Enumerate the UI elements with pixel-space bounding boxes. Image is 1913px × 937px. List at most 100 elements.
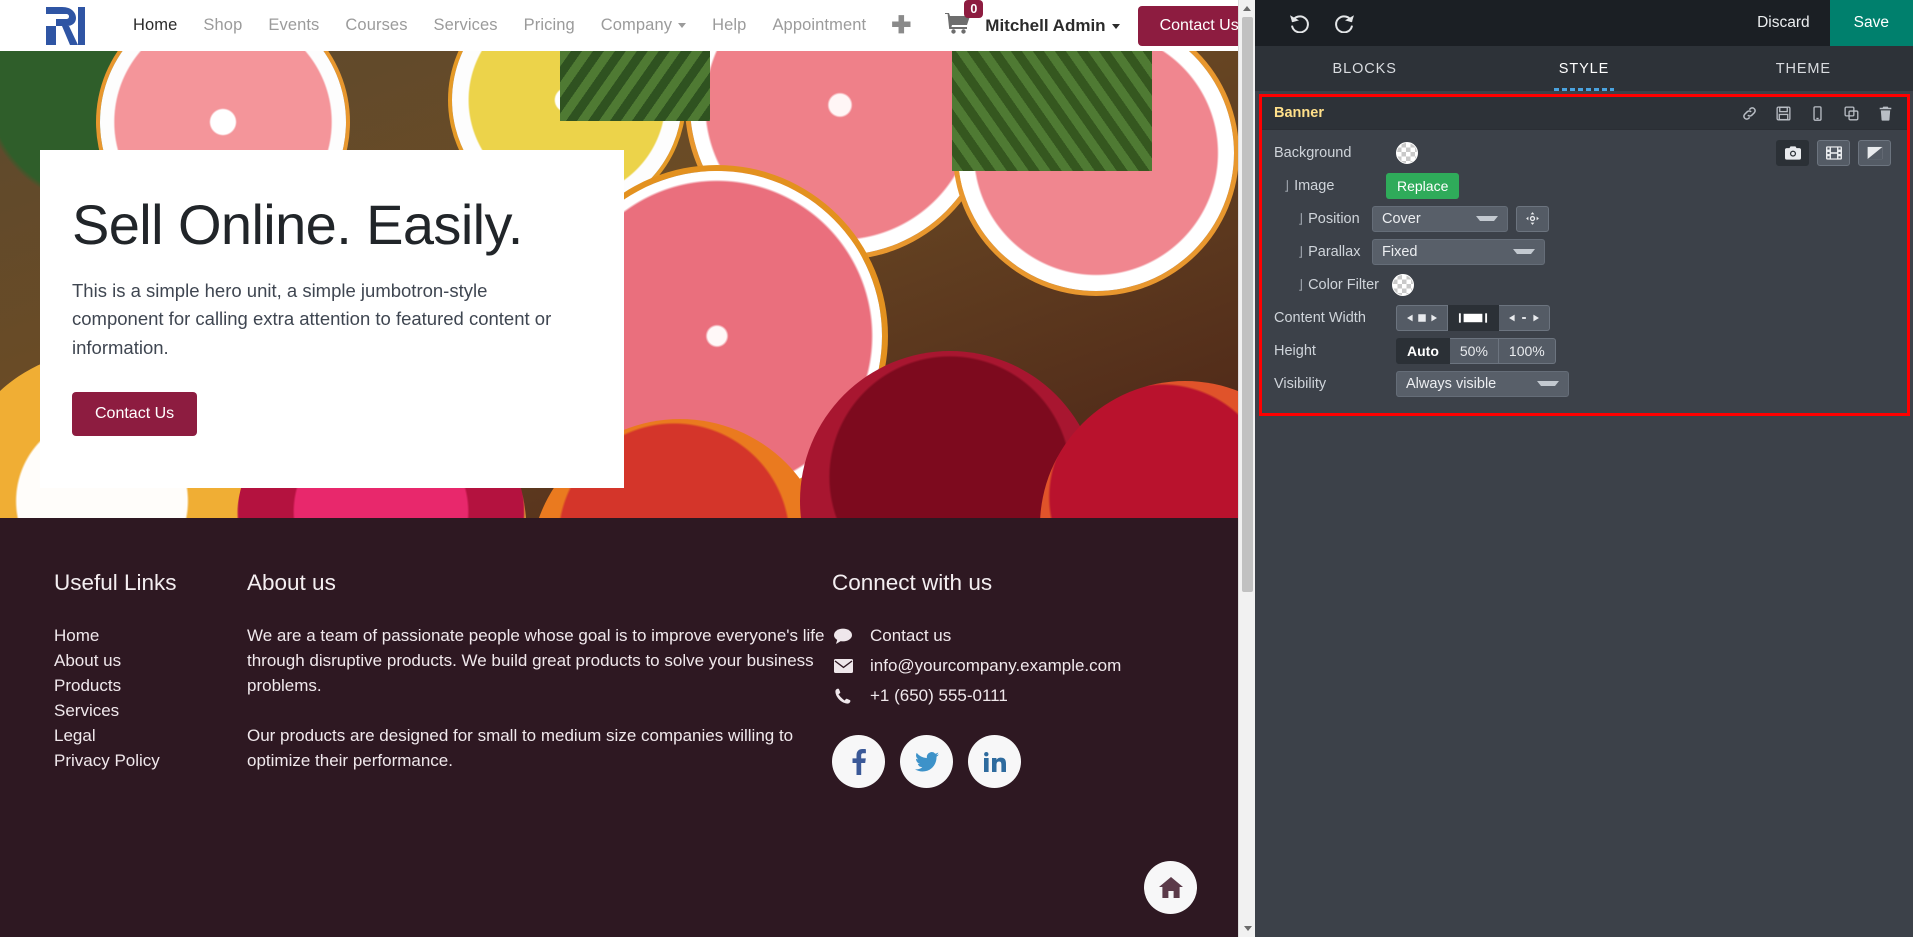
website-editor-panel: Discard Save BLOCKS STYLE THEME Banner B… — [1255, 0, 1913, 937]
footer-useful-links-column: Useful Links Home About us Products Serv… — [54, 570, 247, 788]
color-filter-swatch[interactable] — [1392, 273, 1414, 296]
hero-banner[interactable]: Sell Online. Easily. This is a simple he… — [0, 51, 1255, 518]
nav-link-appointment[interactable]: Appointment — [759, 10, 879, 41]
position-label: ⌋ Position — [1298, 210, 1360, 227]
footer-link-home[interactable]: Home — [54, 623, 247, 648]
footer-about-paragraph-1: We are a team of passionate people whose… — [247, 626, 825, 695]
footer-contact-us-row[interactable]: Contact us — [832, 623, 1201, 648]
footer-connect-column: Connect with us Contact us info@yourcomp… — [832, 570, 1201, 788]
shopping-cart-icon[interactable]: 0 — [923, 0, 985, 39]
row-parallax: ⌋ Parallax Fixed — [1262, 236, 1907, 267]
width-full-button[interactable] — [1499, 304, 1550, 331]
background-label: Background — [1274, 144, 1352, 161]
hero-subtitle: This is a simple hero unit, a simple jum… — [72, 279, 552, 358]
footer-link-about-us[interactable]: About us — [54, 648, 247, 673]
height-100-button[interactable]: 100% — [1498, 337, 1556, 364]
user-menu[interactable]: Mitchell Admin — [985, 16, 1120, 36]
hero-contact-us-button[interactable]: Contact Us — [72, 392, 198, 437]
footer-link-privacy-policy[interactable]: Privacy Policy — [54, 748, 247, 773]
content-width-label: Content Width — [1274, 309, 1366, 326]
chevron-down-icon — [1513, 249, 1535, 254]
editor-options-body: Banner Background ⌋ Image Replace ⌋ Posi… — [1255, 91, 1913, 937]
navbar-right: Mitchell Admin Contact Us — [985, 5, 1255, 46]
footer-connect-heading: Connect with us — [832, 570, 993, 595]
position-select[interactable]: Cover — [1372, 205, 1508, 232]
nav-link-services[interactable]: Services — [421, 10, 511, 41]
preview-scrollbar[interactable] — [1238, 0, 1255, 937]
twitter-icon[interactable] — [900, 735, 953, 788]
background-video-button[interactable] — [1817, 139, 1850, 166]
banner-options-panel: Banner Background ⌋ Image Replace ⌋ Posi… — [1259, 94, 1910, 416]
scrollbar-thumb[interactable] — [1242, 17, 1253, 592]
content-width-segmented — [1396, 304, 1550, 331]
footer-useful-links-heading: Useful Links — [54, 570, 177, 595]
anchor-link-icon[interactable] — [1742, 106, 1757, 121]
subsetting-marker-icon: ⌋ — [1298, 210, 1304, 226]
parallax-value: Fixed — [1382, 243, 1418, 260]
nav-link-company[interactable]: Company — [588, 10, 699, 41]
editor-tabs: BLOCKS STYLE THEME — [1255, 46, 1913, 91]
row-content-width: Content Width — [1262, 302, 1907, 333]
nav-link-events[interactable]: Events — [255, 10, 332, 41]
tab-style[interactable]: STYLE — [1474, 46, 1693, 91]
height-auto-button[interactable]: Auto — [1396, 337, 1450, 364]
plus-icon[interactable]: ✚ — [879, 13, 923, 38]
row-background: Background — [1262, 137, 1907, 168]
footer-link-products[interactable]: Products — [54, 673, 247, 698]
phone-icon — [832, 688, 854, 704]
tab-theme[interactable]: THEME — [1694, 46, 1913, 91]
footer-link-legal[interactable]: Legal — [54, 723, 247, 748]
delete-icon[interactable] — [1878, 106, 1893, 121]
hero-content-card: Sell Online. Easily. This is a simple he… — [40, 150, 624, 489]
footer-phone-label: +1 (650) 555-0111 — [870, 686, 1008, 705]
background-image-button[interactable] — [1776, 139, 1809, 166]
height-50-button[interactable]: 50% — [1449, 337, 1499, 364]
save-snippet-icon[interactable] — [1776, 105, 1791, 121]
home-icon[interactable] — [1144, 861, 1197, 914]
nav-link-home[interactable]: Home — [120, 10, 190, 41]
chevron-down-icon — [1476, 216, 1498, 221]
parallax-label: ⌋ Parallax — [1298, 243, 1361, 260]
visibility-select[interactable]: Always visible — [1396, 370, 1569, 397]
subsetting-marker-icon: ⌋ — [1298, 243, 1304, 259]
row-height: Height Auto 50% 100% — [1262, 335, 1907, 366]
company-logo-icon[interactable] — [42, 6, 86, 45]
editor-toolbar: Discard Save — [1255, 0, 1913, 46]
save-button[interactable]: Save — [1829, 0, 1913, 46]
row-image: ⌋ Image Replace — [1262, 170, 1907, 201]
transparent-color-swatch[interactable] — [1396, 141, 1418, 164]
duplicate-icon[interactable] — [1844, 105, 1859, 121]
nav-link-help[interactable]: Help — [699, 10, 759, 41]
footer-social-links — [832, 735, 1201, 788]
chevron-down-icon — [1111, 23, 1120, 29]
linkedin-icon[interactable] — [968, 735, 1021, 788]
mobile-preview-icon[interactable] — [1810, 105, 1825, 121]
scroll-down-arrow[interactable] — [1239, 920, 1255, 937]
footer-about-heading: About us — [247, 570, 336, 595]
footer-email-row[interactable]: info@yourcompany.example.com — [832, 653, 1201, 678]
row-visibility: Visibility Always visible — [1262, 368, 1907, 399]
nav-link-courses[interactable]: Courses — [332, 10, 420, 41]
footer-contact-us-label: Contact us — [870, 626, 952, 645]
drag-position-icon[interactable] — [1516, 205, 1549, 232]
site-footer: Useful Links Home About us Products Serv… — [0, 518, 1255, 937]
site-navbar: Home Shop Events Courses Services Pricin… — [0, 0, 1255, 51]
nav-link-pricing[interactable]: Pricing — [511, 10, 588, 41]
nav-link-shop[interactable]: Shop — [190, 10, 255, 41]
discard-button[interactable]: Discard — [1737, 1, 1830, 45]
parallax-select[interactable]: Fixed — [1372, 238, 1545, 265]
replace-image-button[interactable]: Replace — [1386, 172, 1460, 199]
footer-phone-row[interactable]: +1 (650) 555-0111 — [832, 683, 1201, 708]
scroll-up-arrow[interactable] — [1239, 0, 1255, 17]
height-label: Height — [1274, 342, 1316, 359]
subsetting-marker-icon: ⌋ — [1298, 276, 1304, 292]
facebook-icon[interactable] — [832, 735, 885, 788]
width-normal-button[interactable] — [1448, 304, 1499, 331]
width-narrow-button[interactable] — [1396, 304, 1448, 331]
redo-icon[interactable] — [1322, 14, 1367, 33]
undo-icon[interactable] — [1277, 14, 1322, 33]
background-shape-button[interactable] — [1858, 139, 1891, 166]
footer-link-services[interactable]: Services — [54, 698, 247, 723]
editor-app: Home Shop Events Courses Services Pricin… — [0, 0, 1913, 937]
tab-blocks[interactable]: BLOCKS — [1255, 46, 1474, 91]
